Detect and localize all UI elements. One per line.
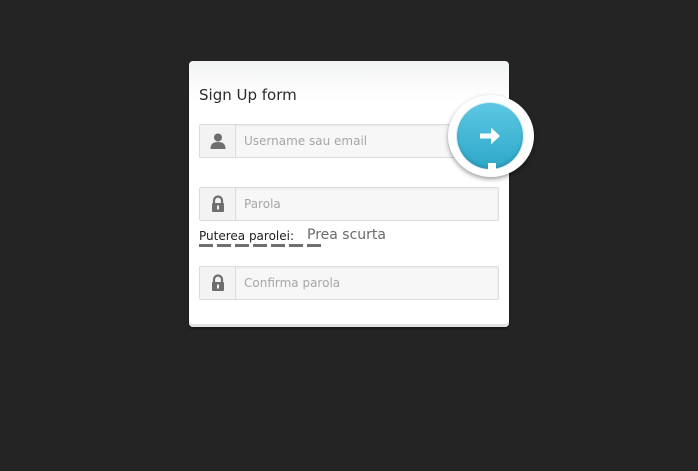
- strength-bar-segment: [253, 244, 267, 247]
- strength-value: Prea scurta: [307, 227, 386, 243]
- strength-bar-segment: [271, 244, 285, 247]
- password-input[interactable]: [236, 188, 494, 220]
- submit-button-face: [457, 103, 523, 171]
- status-indicator: [488, 163, 496, 171]
- strength-bar-segment: [217, 244, 231, 247]
- password-field-wrapper: [199, 187, 499, 221]
- lock-icon: [200, 267, 236, 299]
- strength-bar-segment: [199, 244, 213, 247]
- user-icon: [200, 125, 236, 157]
- signup-card: Sign Up form Puterea parolei: Prea scurt…: [189, 61, 509, 327]
- password-strength: Puterea parolei: Prea scurta: [199, 227, 459, 249]
- strength-bar-segment: [307, 244, 321, 247]
- strength-bar-segment: [235, 244, 249, 247]
- confirm-password-input[interactable]: [236, 267, 494, 299]
- strength-meter: [199, 244, 329, 247]
- lock-icon: [200, 188, 236, 220]
- arrow-right-icon: [480, 127, 500, 145]
- strength-label: Puterea parolei:: [199, 229, 295, 243]
- form-title: Sign Up form: [199, 86, 297, 104]
- strength-bar-segment: [289, 244, 303, 247]
- confirm-field-wrapper: [199, 266, 499, 300]
- submit-button[interactable]: [448, 95, 534, 177]
